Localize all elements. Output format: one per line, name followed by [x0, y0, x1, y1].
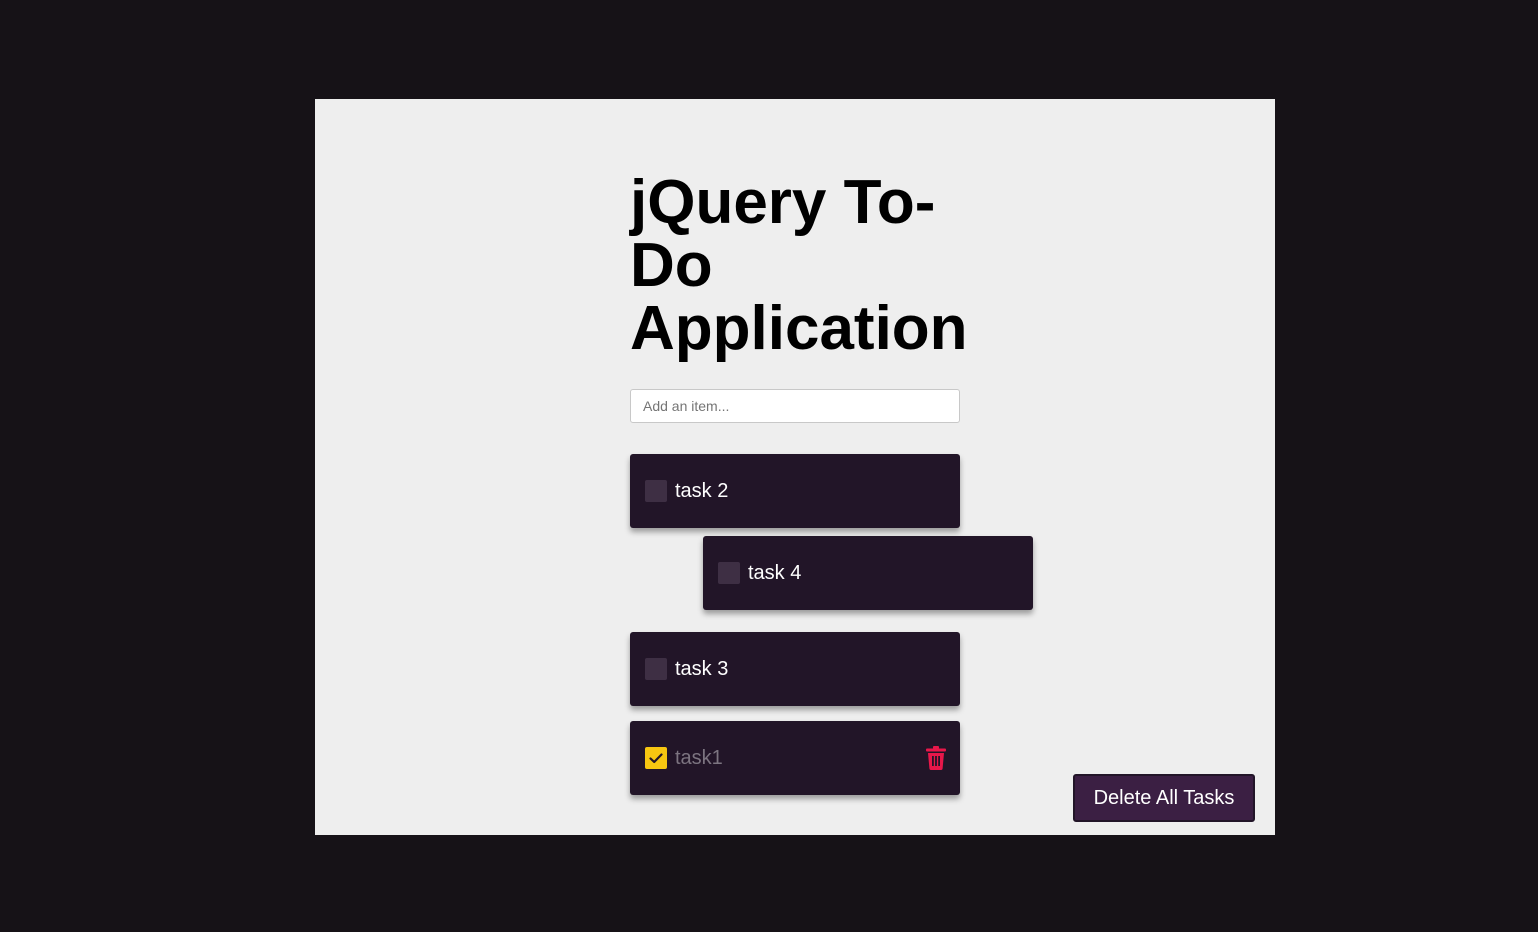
todo-app-panel: jQuery To-Do Application task 2 task 4 t… — [315, 99, 1275, 835]
task-item[interactable]: task1 — [630, 721, 960, 795]
task-label: task 4 — [748, 562, 802, 584]
task-item[interactable]: task 2 — [630, 454, 960, 528]
trash-icon[interactable] — [926, 746, 946, 770]
task-checkbox[interactable] — [718, 562, 740, 584]
task-item[interactable]: task 3 — [630, 632, 960, 706]
task-checkbox[interactable] — [645, 480, 667, 502]
task-label: task1 — [675, 747, 723, 769]
task-checkbox-checked[interactable] — [645, 747, 667, 769]
delete-all-tasks-button[interactable]: Delete All Tasks — [1073, 774, 1255, 822]
task-checkbox[interactable] — [645, 658, 667, 680]
page-title: jQuery To-Do Application — [630, 168, 968, 363]
task-label: task 3 — [675, 658, 729, 680]
add-item-input[interactable] — [630, 389, 960, 423]
checkmark-icon — [649, 753, 663, 764]
task-item[interactable]: task 4 — [703, 536, 1033, 610]
task-label: task 2 — [675, 480, 729, 502]
